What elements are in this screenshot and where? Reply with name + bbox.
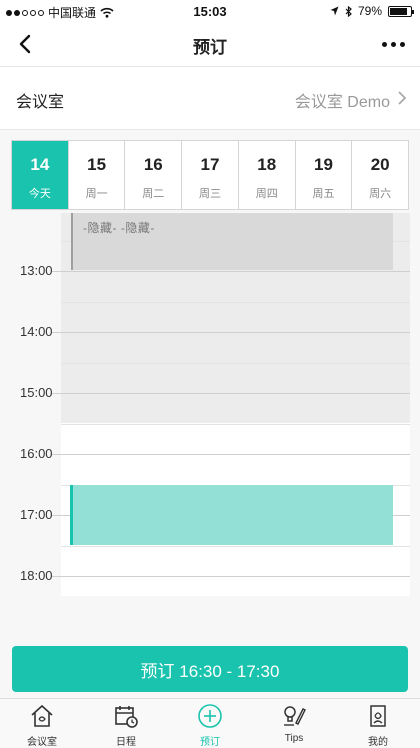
hidden-booking: -隐藏- -隐藏- bbox=[71, 213, 393, 270]
hidden-booking-label: -隐藏- -隐藏- bbox=[83, 221, 155, 235]
date-picker: 14 今天 15 周一 16 周二 17 周三 18 周四 19 周五 20 周六 bbox=[11, 140, 409, 210]
date-cell-15[interactable]: 15 周一 bbox=[69, 141, 126, 209]
time-label: 16:00 bbox=[20, 446, 53, 461]
date-number: 19 bbox=[313, 155, 333, 174]
page-title: 预订 bbox=[193, 38, 227, 57]
date-weekday: 周五 bbox=[312, 188, 335, 200]
chevron-right-icon bbox=[398, 91, 407, 105]
selected-time-slot[interactable] bbox=[70, 485, 393, 545]
hour-line bbox=[61, 271, 410, 272]
tab-tips-label: Tips bbox=[284, 733, 304, 744]
date-weekday: 今天 bbox=[28, 188, 51, 200]
tab-tips[interactable]: Tips bbox=[252, 699, 336, 748]
date-cell-16[interactable]: 16 周二 bbox=[125, 141, 183, 209]
date-weekday: 周三 bbox=[199, 188, 222, 200]
date-number: 15 bbox=[87, 155, 107, 174]
date-number: 16 bbox=[143, 155, 163, 174]
room-selector[interactable]: 会议室 会议室 Demo bbox=[0, 67, 420, 130]
time-label: 17:00 bbox=[20, 507, 53, 522]
time-label: 14:00 bbox=[20, 324, 53, 339]
date-number: 17 bbox=[200, 155, 220, 174]
battery-percent: 79% bbox=[357, 4, 382, 18]
date-weekday: 周四 bbox=[255, 188, 278, 200]
tab-bar: 会议室 日程 预订 Tips 我的 bbox=[0, 698, 420, 748]
tab-profile-label: 我的 bbox=[368, 737, 388, 748]
date-weekday: 周二 bbox=[142, 188, 165, 200]
tab-schedule-label: 日程 bbox=[116, 737, 136, 748]
room-value: 会议室 Demo bbox=[294, 94, 390, 111]
tab-profile[interactable]: 我的 bbox=[336, 699, 420, 748]
room-label: 会议室 bbox=[16, 94, 65, 111]
profile-icon bbox=[370, 705, 386, 727]
tab-rooms[interactable]: 会议室 bbox=[0, 699, 84, 748]
date-number: 14 bbox=[30, 155, 50, 174]
book-button[interactable]: 预订 16:30 - 17:30 bbox=[12, 646, 408, 692]
tab-rooms-label: 会议室 bbox=[27, 737, 57, 748]
hour-line bbox=[61, 576, 410, 577]
half-hour-line bbox=[61, 363, 410, 364]
time-label: 15:00 bbox=[20, 385, 53, 400]
half-hour-line bbox=[61, 424, 410, 425]
tab-book[interactable]: 预订 bbox=[168, 699, 252, 748]
date-number: 18 bbox=[257, 155, 277, 174]
calendar-icon bbox=[115, 706, 138, 728]
time-label: 18:00 bbox=[20, 568, 53, 583]
date-weekday: 周六 bbox=[369, 188, 392, 200]
half-hour-line bbox=[61, 546, 410, 547]
status-bar: 中国联通 15:03 79% bbox=[0, 0, 420, 22]
date-cell-20[interactable]: 20 周六 bbox=[352, 141, 408, 209]
schedule-grid[interactable]: -隐藏- -隐藏- 13:00 14:00 15:00 16:00 17:00 18:00 bbox=[0, 213, 420, 596]
time-label: 13:00 bbox=[20, 263, 53, 278]
tab-book-label: 预订 bbox=[200, 737, 220, 748]
hour-line bbox=[61, 393, 410, 394]
house-icon bbox=[31, 704, 53, 727]
hour-line bbox=[61, 332, 410, 333]
tab-schedule[interactable]: 日程 bbox=[84, 699, 168, 748]
date-cell-14[interactable]: 14 今天 bbox=[12, 141, 69, 209]
more-options-icon[interactable] bbox=[378, 30, 408, 58]
plus-circle-icon bbox=[198, 704, 222, 728]
date-cell-17[interactable]: 17 周三 bbox=[182, 141, 239, 209]
bluetooth-icon bbox=[345, 5, 352, 17]
location-arrow-icon bbox=[330, 6, 339, 16]
status-right: 79% bbox=[330, 4, 414, 18]
half-hour-line bbox=[61, 302, 410, 303]
date-cell-18[interactable]: 18 周四 bbox=[239, 141, 296, 209]
date-number: 20 bbox=[370, 155, 390, 174]
battery-icon bbox=[388, 5, 414, 17]
date-weekday: 周一 bbox=[85, 188, 108, 200]
hour-line bbox=[61, 454, 410, 455]
tips-icon bbox=[284, 706, 306, 726]
nav-bar: 预订 bbox=[0, 22, 420, 67]
date-cell-19[interactable]: 19 周五 bbox=[296, 141, 353, 209]
